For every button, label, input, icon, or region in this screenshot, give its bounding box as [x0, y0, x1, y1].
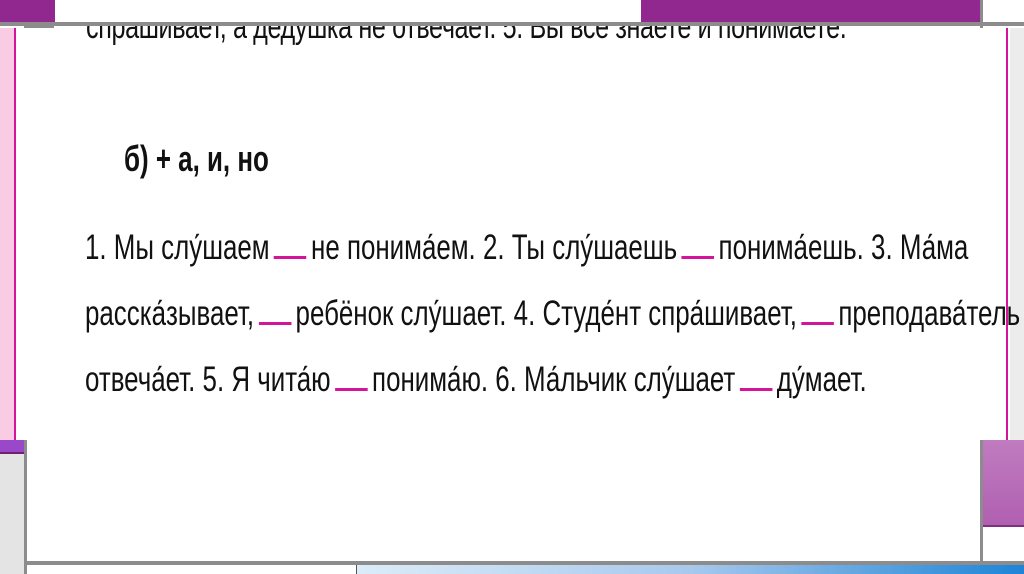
- sentence-fragment: преподава́тель: [838, 294, 1021, 333]
- sentence-fragment: ду́мает.: [776, 360, 867, 399]
- sentence-fragment: отвеча́ет. 5. Я чита́ю: [85, 360, 331, 399]
- sentence-fragment: расска́зывает,: [85, 294, 255, 333]
- right-gray-strip: [1010, 28, 1024, 440]
- left-frame-line: [24, 440, 27, 574]
- sentence-fragment: понима́ешь. 3. Ма́ма: [718, 228, 969, 267]
- answer-blank[interactable]: [274, 226, 307, 259]
- top-frame-tick-left: [24, 22, 54, 28]
- answer-blank[interactable]: [258, 292, 292, 325]
- exercise-line-3: отвеча́ет. 5. Я чита́ю понима́ю. 6. Ма́ль…: [85, 358, 867, 400]
- exercise-line-2: расска́зывает, ребёнок слу́шает. 4. Студе…: [85, 292, 1020, 334]
- right-magenta-line: [1006, 28, 1008, 440]
- left-pink-strip: [0, 28, 16, 440]
- exercise-heading: б) + а, и, но: [124, 138, 269, 179]
- answer-blank[interactable]: [739, 358, 773, 391]
- sentence-fragment: понима́ю. 6. Ма́льчик слу́шает: [372, 360, 736, 399]
- top-frame-tick-right: [980, 0, 983, 28]
- left-purple-block: [0, 440, 24, 454]
- previous-exercise-line: спрашивает, а дедушка не отвечает. 5. Вы…: [60, 26, 980, 56]
- answer-blank[interactable]: [335, 358, 368, 391]
- answer-blank[interactable]: [681, 226, 715, 259]
- sentence-fragment: ребёнок слу́шает. 4. Студе́нт спра́шивае…: [295, 294, 797, 333]
- right-purple-block: [983, 440, 1024, 527]
- top-right-purple-bar: [641, 0, 981, 22]
- left-gray-panel: [0, 454, 24, 574]
- answer-blank[interactable]: [801, 292, 834, 325]
- top-left-purple-bar: [0, 0, 55, 22]
- sentence-fragment: не понима́ем. 2. Ты слу́шаешь: [311, 228, 678, 267]
- sentence-fragment: 1. Мы слу́шаем: [85, 228, 270, 267]
- right-frame-line: [980, 440, 983, 564]
- bottom-blue-bar: [356, 565, 1024, 574]
- previous-line-text: спрашивает, а дедушка не отвечает. 5. Вы…: [86, 26, 847, 46]
- exercise-line-1: 1. Мы слу́шаем не понима́ем. 2. Ты слу́ша…: [85, 226, 968, 268]
